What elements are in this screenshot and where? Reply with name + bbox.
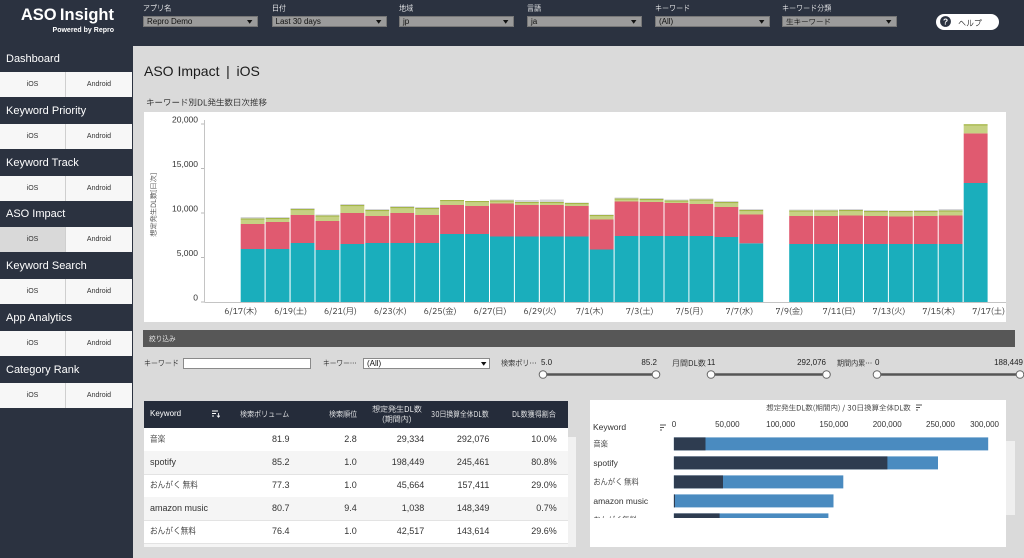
svg-text:10,000: 10,000 (172, 203, 198, 213)
svg-text:20,000: 20,000 (172, 114, 198, 124)
svg-text:15,000: 15,000 (172, 159, 198, 169)
svg-text:5,000: 5,000 (176, 248, 198, 258)
svg-text:0: 0 (193, 292, 198, 302)
svg-text:spotify: spotify (593, 458, 618, 468)
svg-text:amazon music: amazon music (593, 496, 648, 506)
